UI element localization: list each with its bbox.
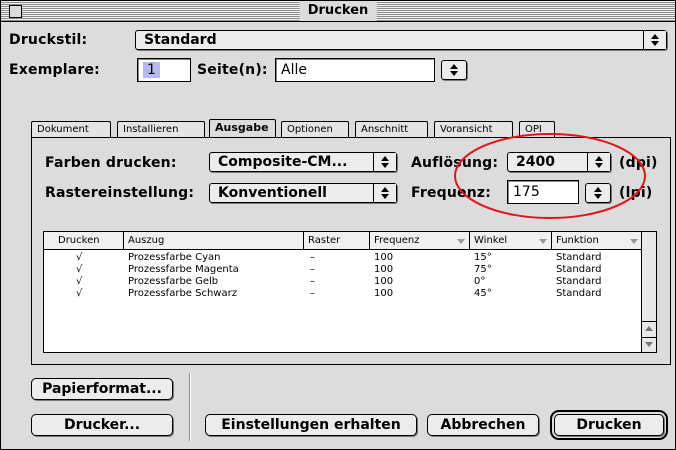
annotation-overlay — [454, 133, 646, 219]
print-dialog: Drucken Druckstil: Standard Exemplare: 1… — [0, 0, 676, 450]
tab-ausgabe[interactable]: Ausgabe — [209, 119, 276, 137]
annotation-circle — [454, 133, 646, 219]
